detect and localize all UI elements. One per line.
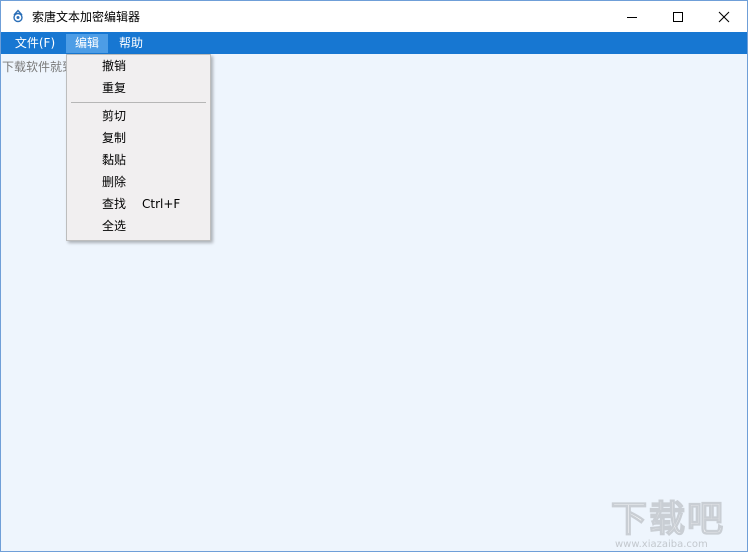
window-title: 索唐文本加密编辑器 <box>32 10 141 24</box>
maximize-button[interactable] <box>655 1 701 32</box>
app-icon <box>13 9 23 23</box>
menu-item-redo[interactable]: 重复 <box>67 78 210 98</box>
editor-text: 下载软件就到 <box>2 60 75 74</box>
menu-item-find[interactable]: 查找 Ctrl+F <box>67 194 210 214</box>
close-button[interactable] <box>701 1 747 32</box>
edit-menu-dropdown: 撤销 重复 剪切 复制 黏贴 删除 查找 Ctrl+F 全选 <box>66 54 211 241</box>
menu-item-label: 黏贴 <box>102 153 127 167</box>
menu-item-shortcut: Ctrl+F <box>142 197 181 211</box>
menu-item-label: 重复 <box>102 81 127 95</box>
menu-item-copy[interactable]: 复制 <box>67 128 210 148</box>
menu-item-paste[interactable]: 黏贴 <box>67 150 210 170</box>
menu-help[interactable]: 帮助 <box>111 34 151 53</box>
watermark-text: 下载吧 <box>611 499 725 540</box>
maximize-icon <box>673 12 683 22</box>
menu-item-select-all[interactable]: 全选 <box>67 216 210 236</box>
menu-item-cut[interactable]: 剪切 <box>67 106 210 126</box>
watermark-logo: 下载吧 www.xiazaiba.com <box>610 498 725 550</box>
menu-item-label: 撤销 <box>102 59 127 73</box>
menu-item-undo[interactable]: 撤销 <box>67 56 210 76</box>
menu-item-delete[interactable]: 删除 <box>67 172 210 192</box>
minimize-button[interactable] <box>609 1 655 32</box>
menu-edit[interactable]: 编辑 <box>66 34 108 53</box>
menu-item-label: 删除 <box>102 175 127 189</box>
app-window: 索唐文本加密编辑器 文件(F) 编辑 帮助 下载软件就到 撤销 重复 剪切 复制… <box>0 0 748 552</box>
minimize-icon <box>627 17 637 18</box>
close-icon <box>718 11 730 23</box>
menu-separator <box>71 102 206 103</box>
menu-item-label: 查找 <box>102 197 127 211</box>
menu-item-label: 剪切 <box>102 109 127 123</box>
watermark-url: www.xiazaiba.com <box>615 539 708 550</box>
menu-file[interactable]: 文件(F) <box>9 34 61 53</box>
title-bar[interactable]: 索唐文本加密编辑器 <box>1 1 747 32</box>
menu-item-label: 全选 <box>102 219 127 233</box>
menu-item-label: 复制 <box>102 131 127 145</box>
menu-bar: 文件(F) 编辑 帮助 <box>1 32 747 54</box>
